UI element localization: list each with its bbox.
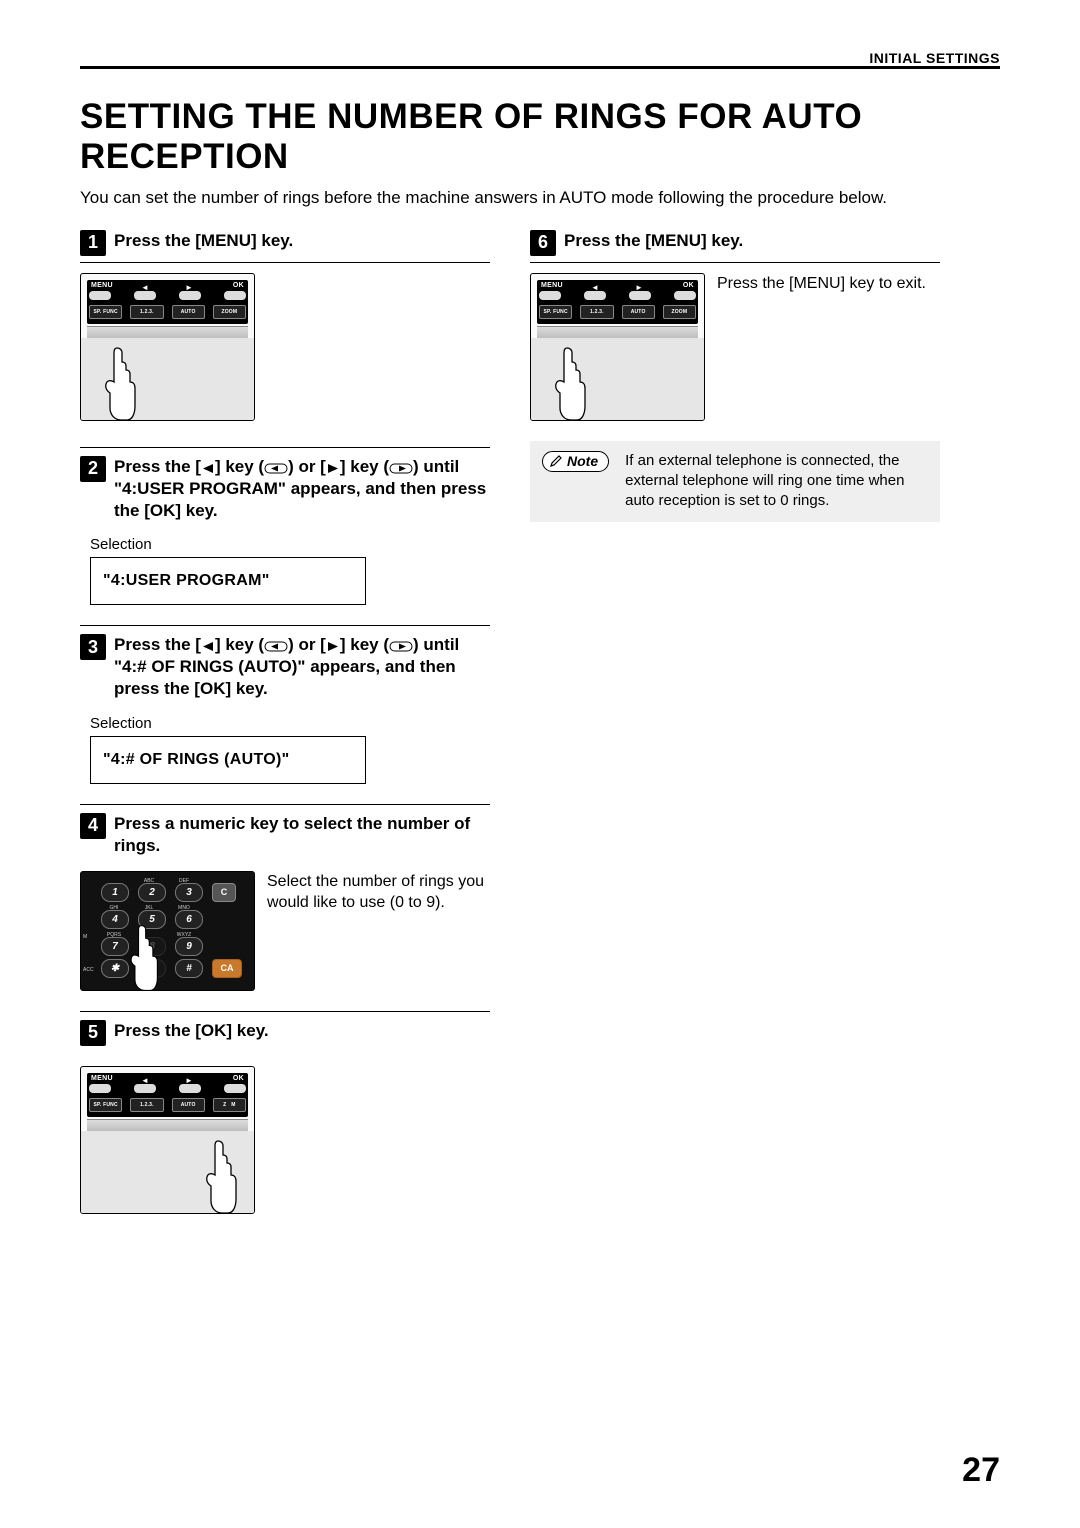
header-section-label: INITIAL SETTINGS <box>80 50 1000 66</box>
panel-menu-label: MENU <box>91 1075 113 1082</box>
intro-text: You can set the number of rings before t… <box>80 187 1000 210</box>
hand-pointing-icon <box>549 344 589 421</box>
step-5: 5 Press the [OK] key. MENU OK ◄ ► SP. FU… <box>80 1011 490 1214</box>
step-6-title: Press the [MENU] key. <box>564 230 940 252</box>
step-1-number: 1 <box>80 230 106 256</box>
pill-left-icon <box>264 463 288 474</box>
step-3: 3 Press the [] key () or [] key () until… <box>80 625 490 783</box>
key-clear-all: CA <box>212 959 242 978</box>
step-5-title: Press the [OK] key. <box>114 1020 490 1042</box>
panel-left-button <box>134 291 156 300</box>
step-2-selection-label: Selection <box>90 536 490 553</box>
control-panel-illustration: MENU OK ◄ ► SP. FUNC 1.2.3. AUTO Z M <box>80 1066 255 1214</box>
step-2-lcd-display: "4:USER PROGRAM" <box>90 557 366 605</box>
panel-auto-label: AUTO <box>181 309 196 315</box>
note-badge: Note <box>542 451 609 472</box>
step-6: 6 Press the [MENU] key. MENU OK ◄ ► <box>530 230 940 421</box>
note-box: Note If an external telephone is connect… <box>530 441 940 522</box>
hand-pointing-icon <box>99 344 139 421</box>
step-1: 1 Press the [MENU] key. MENU OK ◄ ► SP. … <box>80 230 490 421</box>
step-2-title: Press the [] key () or [] key () until "… <box>114 456 490 522</box>
note-label: Note <box>567 453 598 469</box>
step-3-selection-label: Selection <box>90 715 490 732</box>
page: INITIAL SETTINGS SETTING THE NUMBER OF R… <box>0 0 1080 1528</box>
key-hash: # <box>175 959 203 978</box>
columns: 1 Press the [MENU] key. MENU OK ◄ ► SP. … <box>80 230 1000 1230</box>
panel-ok-button <box>674 291 696 300</box>
key-1: 1 <box>101 883 129 902</box>
column-left: 1 Press the [MENU] key. MENU OK ◄ ► SP. … <box>80 230 490 1230</box>
step-4: 4 Press a numeric key to select the numb… <box>80 804 490 991</box>
left-triangle-icon <box>201 463 215 474</box>
step-4-title: Press a numeric key to select the number… <box>114 813 490 857</box>
pill-right-icon <box>389 641 413 652</box>
header-rule <box>80 66 1000 69</box>
right-triangle-icon <box>326 463 340 474</box>
panel-right-button <box>179 291 201 300</box>
step-2-number: 2 <box>80 456 106 482</box>
panel-menu-label: MENU <box>541 282 563 289</box>
control-panel-illustration: MENU OK ◄ ► SP. FUNC 1.2.3. AUTO ZOOM <box>530 273 705 421</box>
key-2: 2 <box>138 883 166 902</box>
page-title: SETTING THE NUMBER OF RINGS FOR AUTO REC… <box>80 97 1000 177</box>
panel-right-button <box>629 291 651 300</box>
step-4-number: 4 <box>80 813 106 839</box>
pencil-icon <box>549 454 563 468</box>
panel-menu-button <box>539 291 561 300</box>
panel-zoom-label: ZOOM <box>221 309 237 315</box>
hand-pointing-icon <box>200 1137 240 1214</box>
panel-spfunc-label: SP. FUNC <box>93 309 117 315</box>
step-3-title: Press the [] key () or [] key () until "… <box>114 634 490 700</box>
right-triangle-icon <box>326 641 340 652</box>
step-6-number: 6 <box>530 230 556 256</box>
note-text: If an external telephone is connected, t… <box>625 451 928 512</box>
panel-ok-button <box>224 291 246 300</box>
panel-left-button <box>584 291 606 300</box>
pill-right-icon <box>389 463 413 474</box>
step-3-number: 3 <box>80 634 106 660</box>
panel-ok-label: OK <box>233 1075 244 1082</box>
panel-ok-label: OK <box>683 282 694 289</box>
step-4-description: Select the number of rings you would lik… <box>267 871 490 914</box>
panel-menu-button <box>89 291 111 300</box>
numeric-keypad-illustration: M ACC ABCDEF 1 2 3 C GHIJKLMNO 4 5 <box>80 871 255 991</box>
step-3-lcd-display: "4:# OF RINGS (AUTO)" <box>90 736 366 784</box>
step-2: 2 Press the [] key () or [] key () until… <box>80 447 490 605</box>
step-1-title: Press the [MENU] key. <box>114 230 490 252</box>
panel-menu-label: MENU <box>91 282 113 289</box>
panel-right-button <box>179 1084 201 1093</box>
column-right: 6 Press the [MENU] key. MENU OK ◄ ► <box>530 230 940 1230</box>
left-triangle-icon <box>201 641 215 652</box>
key-3: 3 <box>175 883 203 902</box>
panel-menu-button <box>89 1084 111 1093</box>
pill-left-icon <box>264 641 288 652</box>
key-clear: C <box>212 883 236 902</box>
panel-ok-button <box>224 1084 246 1093</box>
control-panel-illustration: MENU OK ◄ ► SP. FUNC 1.2.3. AUTO ZOOM <box>80 273 255 421</box>
key-6: 6 <box>175 910 203 929</box>
step-6-description: Press the [MENU] key to exit. <box>717 273 940 295</box>
panel-left-button <box>134 1084 156 1093</box>
panel-ok-label: OK <box>233 282 244 289</box>
step-5-number: 5 <box>80 1020 106 1046</box>
page-number: 27 <box>962 1451 1000 1490</box>
key-9: 9 <box>175 937 203 956</box>
hand-pointing-icon <box>125 922 161 994</box>
